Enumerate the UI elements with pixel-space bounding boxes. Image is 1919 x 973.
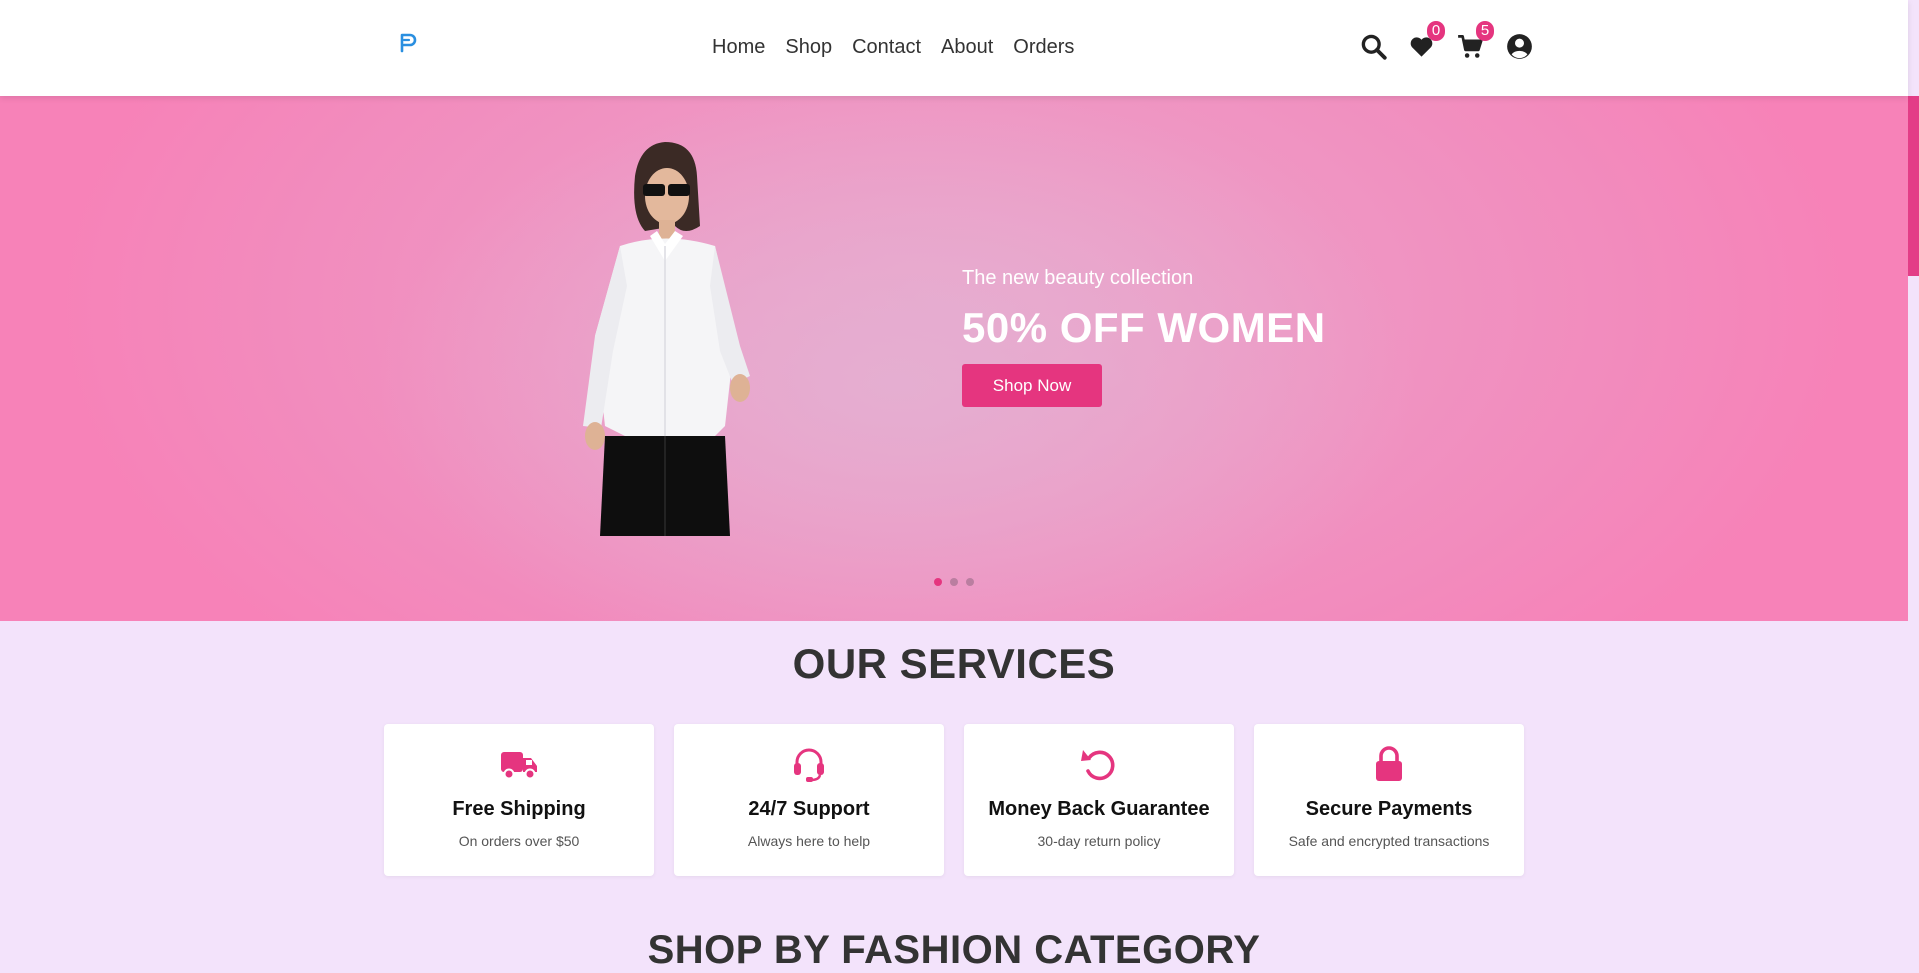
hero-model-image bbox=[565, 136, 785, 536]
carousel-dot-3[interactable] bbox=[966, 578, 974, 586]
search-icon[interactable] bbox=[1360, 30, 1390, 64]
service-card: Free Shipping On orders over $50 bbox=[384, 724, 654, 876]
site-header: Home Shop Contact About Orders 0 5 bbox=[0, 0, 1908, 96]
p-logo-icon[interactable] bbox=[398, 32, 418, 54]
nav-home[interactable]: Home bbox=[712, 34, 765, 60]
cart-count-badge: 5 bbox=[1476, 21, 1494, 41]
wishlist-count-badge: 0 bbox=[1427, 21, 1445, 41]
lock-icon bbox=[1376, 746, 1402, 781]
services-list: Free Shipping On orders over $50 24/7 Su… bbox=[384, 724, 1524, 876]
carousel-dot-2[interactable] bbox=[950, 578, 958, 586]
service-desc: Safe and encrypted transactions bbox=[1288, 833, 1490, 849]
headset-icon bbox=[794, 748, 824, 782]
undo-icon bbox=[1081, 750, 1115, 781]
service-title: 24/7 Support bbox=[748, 798, 870, 820]
nav-shop[interactable]: Shop bbox=[785, 34, 832, 60]
service-card: 24/7 Support Always here to help bbox=[674, 724, 944, 876]
scrollbar-thumb[interactable] bbox=[1908, 96, 1919, 276]
hero-text: The new beauty collection 50% OFF WOMEN … bbox=[962, 266, 1326, 407]
service-desc: Always here to help bbox=[747, 833, 871, 849]
category-section-title: SHOP BY FASHION CATEGORY bbox=[647, 928, 1261, 972]
service-title: Free Shipping bbox=[452, 798, 586, 820]
services-title: OUR SERVICES bbox=[792, 640, 1116, 687]
service-title: Money Back Guarantee bbox=[988, 798, 1210, 820]
nav-about[interactable]: About bbox=[941, 34, 993, 60]
service-desc: 30-day return policy bbox=[1037, 833, 1161, 849]
user-circle-icon[interactable] bbox=[1506, 30, 1536, 64]
hero-banner: The new beauty collection 50% OFF WOMEN … bbox=[0, 96, 1908, 621]
service-title: Secure Payments bbox=[1305, 798, 1473, 820]
carousel-dot-1[interactable] bbox=[934, 578, 942, 586]
hero-subtitle: The new beauty collection bbox=[962, 267, 1194, 289]
carousel-dots bbox=[934, 578, 974, 586]
nav-orders[interactable]: Orders bbox=[1013, 34, 1074, 60]
cart-button[interactable]: 5 bbox=[1457, 21, 1494, 64]
service-desc: On orders over $50 bbox=[458, 833, 580, 849]
service-card: Secure Payments Safe and encrypted trans… bbox=[1254, 724, 1524, 876]
nav-contact[interactable]: Contact bbox=[852, 34, 921, 60]
header-icons: 0 5 bbox=[1360, 21, 1540, 64]
truck-icon bbox=[501, 752, 537, 780]
wishlist-button[interactable]: 0 bbox=[1408, 21, 1445, 64]
main-nav: Home Shop Contact About Orders bbox=[712, 34, 1094, 60]
shop-now-button[interactable]: Shop Now bbox=[962, 364, 1102, 407]
hero-title: 50% OFF WOMEN bbox=[962, 304, 1326, 351]
service-card: Money Back Guarantee 30-day return polic… bbox=[964, 724, 1234, 876]
